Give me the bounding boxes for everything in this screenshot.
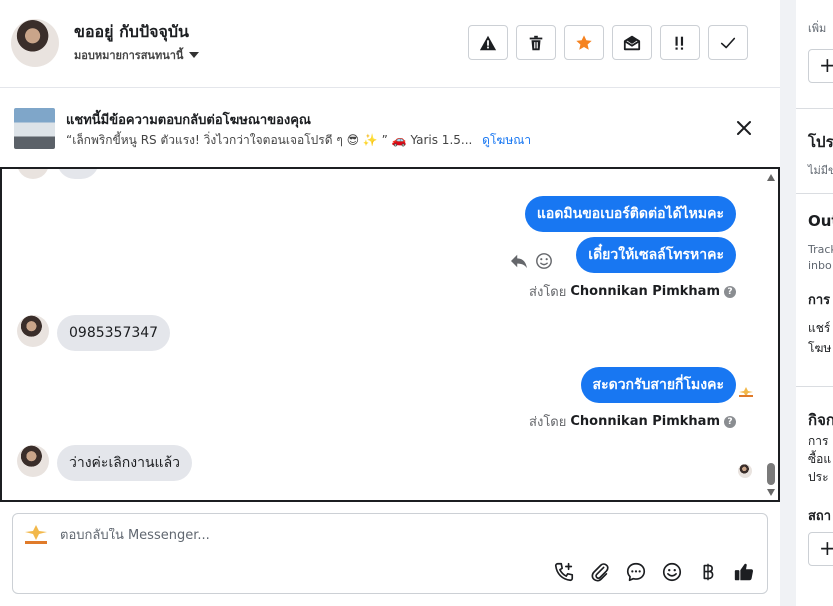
scroll-down-arrow-icon[interactable] xyxy=(767,489,775,496)
contact-name[interactable]: ขออยู่ กับปัจจุบัน xyxy=(74,20,189,45)
divider xyxy=(796,386,833,387)
ad-reply-banner: แชทนี้มีข้อความตอบกลับต่อโฆษณาของคุณ “เล… xyxy=(0,88,780,168)
emoji-icon[interactable] xyxy=(661,561,683,583)
reply-input[interactable] xyxy=(60,528,540,543)
help-icon[interactable]: ? xyxy=(724,415,736,428)
section-body: inbo xyxy=(808,259,832,272)
section-heading: กิจก xyxy=(808,411,833,429)
assign-label: มอบหมายการสนทนานี้ xyxy=(74,49,184,62)
follow-up-button[interactable] xyxy=(660,25,700,60)
seen-avatar xyxy=(738,464,752,478)
ad-banner-title: แชทนี้มีข้อความตอบกลับต่อโฆษณาของคุณ xyxy=(66,113,311,128)
section-item: โฆษ xyxy=(808,341,832,355)
caret-down-icon xyxy=(189,52,200,58)
thread-scrollbar[interactable] xyxy=(764,169,778,500)
incoming-message[interactable]: 0985357347 xyxy=(57,315,171,351)
reply-icon[interactable] xyxy=(510,253,528,269)
contact-avatar[interactable] xyxy=(11,19,59,67)
priority-icon xyxy=(675,36,684,50)
contact-avatar-small xyxy=(17,445,49,477)
section-subheading: การ xyxy=(808,293,831,308)
section-subheading: สถา xyxy=(808,509,832,524)
inbox-window: ขออยู่ กับปัจจุบัน มอบหมายการสนทนานี้ แช… xyxy=(0,0,833,606)
page-logo-icon xyxy=(25,525,47,544)
section-body: ซื้อแ xyxy=(808,452,832,466)
react-emoji-icon[interactable] xyxy=(535,252,553,270)
sent-by-label: ส่งโดย xyxy=(529,285,567,300)
check-icon xyxy=(720,37,736,48)
chat-bubble-icon[interactable] xyxy=(625,561,647,583)
message-thread[interactable]: แอดมินขอเบอร์ติดต่อได้ไหมคะ เดี๋ยวให้เซล… xyxy=(0,167,780,502)
ad-banner-text: “เล็กพริกขี้หนู RS ตัวแรง! วิ่งไวกว่าใจต… xyxy=(66,131,531,150)
add-label-button[interactable]: + xyxy=(808,49,833,83)
contact-avatar-small xyxy=(17,169,49,179)
call-add-icon[interactable] xyxy=(553,561,575,583)
section-body: การ xyxy=(808,434,829,448)
divider xyxy=(796,108,833,109)
sender-name: Chonnikan Pimkham xyxy=(570,414,720,429)
contact-avatar-small xyxy=(17,315,49,347)
section-item: แชร์ xyxy=(808,321,831,335)
alert-icon xyxy=(479,35,497,50)
sender-name: Chonnikan Pimkham xyxy=(570,284,720,299)
sent-by-meta: ส่งโดย Chonnikan Pimkham ? xyxy=(529,411,736,432)
section-subtext: ไม่มีข xyxy=(808,164,833,177)
conversation-header: ขออยู่ กับปัจจุบัน มอบหมายการสนทนานี้ xyxy=(0,0,780,88)
mark-unread-icon xyxy=(623,35,641,50)
divider xyxy=(796,193,833,194)
contact-details-card: เพิ่ม + โปร ไม่มีข Out Track inbo การ แช… xyxy=(796,0,833,606)
reply-composer xyxy=(12,513,768,594)
scroll-up-arrow-icon[interactable] xyxy=(767,174,775,181)
baht-icon[interactable] xyxy=(697,561,719,583)
mark-done-button[interactable] xyxy=(708,25,748,60)
sent-by-label: ส่งโดย xyxy=(529,415,567,430)
star-button[interactable] xyxy=(564,25,604,60)
incoming-message[interactable]: ว่างค่ะเลิกงานแล้ว xyxy=(57,445,193,481)
delete-button[interactable] xyxy=(516,25,556,60)
add-status-button[interactable]: + xyxy=(808,532,833,566)
add-label-text: เพิ่ม xyxy=(808,22,827,35)
sent-by-meta: ส่งโดย Chonnikan Pimkham ? xyxy=(529,281,736,302)
thumbs-up-icon[interactable] xyxy=(733,561,755,583)
composer-actions xyxy=(553,561,755,583)
view-ad-link[interactable]: ดูโฆษณา xyxy=(482,133,531,147)
section-heading: โปร xyxy=(808,133,833,151)
ad-thumbnail[interactable] xyxy=(14,108,55,149)
outgoing-message[interactable]: แอดมินขอเบอร์ติดต่อได้ไหมคะ xyxy=(524,196,736,232)
close-icon[interactable] xyxy=(734,118,754,138)
paperclip-icon[interactable] xyxy=(589,561,611,583)
scroll-thumb[interactable] xyxy=(767,463,775,485)
section-body: ประ xyxy=(808,470,829,484)
right-info-panel: เพิ่ม + โปร ไม่มีข Out Track inbo การ แช… xyxy=(780,0,833,606)
page-logo-icon xyxy=(739,387,753,397)
star-icon xyxy=(576,34,592,50)
report-spam-button[interactable] xyxy=(468,25,508,60)
conversation-toolbar xyxy=(468,25,748,60)
incoming-message-partial xyxy=(57,169,99,179)
conversation-pane: ขออยู่ กับปัจจุบัน มอบหมายการสนทนานี้ แช… xyxy=(0,0,780,606)
section-body: Track xyxy=(808,243,833,256)
assign-conversation-dropdown[interactable]: มอบหมายการสนทนานี้ xyxy=(74,46,200,64)
outgoing-message[interactable]: เดี๋ยวให้เซลล์โทรหาคะ xyxy=(576,237,736,273)
trash-icon xyxy=(529,35,543,50)
mark-unread-button[interactable] xyxy=(612,25,652,60)
help-icon[interactable]: ? xyxy=(724,285,736,298)
section-heading: Out xyxy=(808,212,833,230)
outgoing-message[interactable]: สะดวกรับสายกี่โมงคะ xyxy=(580,367,736,403)
ad-caption: “เล็กพริกขี้หนู RS ตัวแรง! วิ่งไวกว่าใจต… xyxy=(66,133,473,147)
